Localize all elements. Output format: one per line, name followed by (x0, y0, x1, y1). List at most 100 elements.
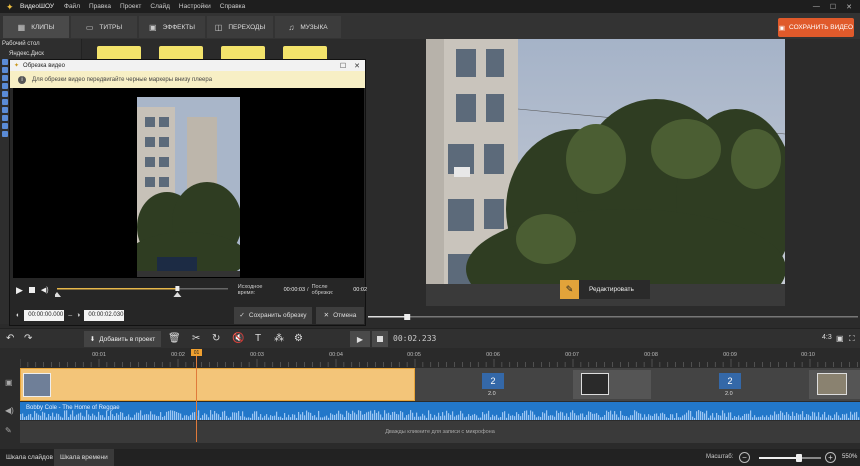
edit-button[interactable]: ✎ Редактировать (560, 280, 650, 299)
menu-project[interactable]: Проект (120, 3, 141, 10)
zoom-out-icon[interactable]: − (739, 452, 750, 463)
preview-scrubber-knob[interactable] (404, 314, 411, 320)
tab-effects[interactable]: ▣ ЭФФЕКТЫ (139, 16, 205, 38)
maximize-icon[interactable]: ☐ (830, 3, 836, 11)
close-icon[interactable]: ✕ (354, 62, 360, 70)
folder-icon[interactable] (2, 67, 8, 73)
microphone-track[interactable]: Дважды кликните для записи с микрофона (20, 421, 860, 443)
waveform-bar (676, 413, 678, 420)
folder-icon[interactable] (2, 115, 8, 121)
aspect-ratio[interactable]: 4:3 (822, 334, 832, 341)
zoom-slider-knob[interactable] (796, 454, 803, 462)
magic-wand-icon[interactable]: ⁂ (274, 332, 284, 346)
timeline-toolbar: ↶ ↷ ⬇ Добавить в проект 🗑 ✂ ↻ 🔇 T ⁂ ⚙ ▶ … (0, 328, 860, 348)
trim-position-knob[interactable] (174, 286, 179, 291)
folder-icon[interactable] (2, 83, 8, 89)
fullscreen-icon[interactable]: ⛶ (849, 332, 855, 346)
library-item-desktop[interactable]: Рабочий стол (0, 39, 81, 49)
stop-icon[interactable] (28, 287, 35, 293)
tab-timeline-view[interactable]: Шкала времени (54, 449, 114, 466)
folder-icon[interactable] (2, 123, 8, 129)
video-track[interactable]: 2 2.0 2 2.0 (20, 368, 860, 401)
tab-music[interactable]: ♫ МУЗЫКА (275, 16, 341, 38)
minimize-icon[interactable]: — (813, 3, 820, 11)
start-time-field[interactable]: 00:00:00.000 (24, 309, 65, 321)
folder-icon[interactable] (2, 107, 8, 113)
info-icon: i (18, 75, 26, 84)
tab-clips[interactable]: ▦ КЛИПЫ (3, 16, 69, 38)
folder-icon[interactable] (2, 99, 8, 105)
waveform-bar (754, 415, 756, 420)
rotate-icon[interactable]: ↻ (212, 332, 220, 346)
close-icon[interactable]: ✕ (846, 3, 852, 11)
playhead-handle[interactable]: 01 (191, 349, 202, 356)
waveform-bar (734, 416, 736, 420)
play-icon[interactable]: ▶ (16, 285, 23, 296)
transition-icon[interactable]: 2 (719, 373, 741, 389)
menu-file[interactable]: Файл (64, 3, 80, 10)
trim-end-marker[interactable] (172, 292, 181, 297)
menu-edit[interactable]: Правка (89, 3, 111, 10)
timeline-ruler[interactable]: 00:01 00:02 00:03 00:04 00:05 00:06 00:0… (19, 348, 860, 367)
tick-label: 00:06 (486, 352, 500, 358)
waveform-bar (482, 412, 484, 420)
folder-icon[interactable] (2, 91, 8, 97)
gear-icon[interactable]: ⚙ (294, 332, 303, 346)
waveform-bar (812, 411, 814, 420)
transition-icon[interactable]: 2 (482, 373, 504, 389)
waveform-bar (138, 412, 140, 420)
waveform-bar (448, 413, 450, 420)
menu-settings[interactable]: Настройки (179, 3, 211, 10)
play-button[interactable]: ▶ (350, 331, 370, 347)
library-item-yandex-disk[interactable]: Яндекс.Диск (0, 49, 81, 59)
mute-icon[interactable]: 🔇 (232, 332, 244, 346)
waveform-bar (596, 413, 598, 420)
menu-slide[interactable]: Слайд (150, 3, 170, 10)
cancel-button[interactable]: ✕ Отмена (316, 306, 364, 324)
folder-icon[interactable] (2, 131, 8, 137)
maximize-icon[interactable]: ☐ (340, 62, 346, 70)
save-video-button[interactable]: ▣ СОХРАНИТЬ ВИДЕО (778, 18, 854, 37)
trim-start-marker[interactable] (54, 292, 61, 297)
trash-icon[interactable]: 🗑 (168, 332, 181, 346)
end-time-field[interactable]: 00:00:02.030 (84, 309, 125, 321)
stop-button[interactable] (372, 331, 388, 347)
text-icon[interactable]: T (255, 332, 261, 346)
tab-slide-view[interactable]: Шкала слайдов (0, 449, 59, 466)
add-to-project-button[interactable]: ⬇ Добавить в проект (84, 331, 161, 347)
waveform-bar (748, 413, 750, 420)
undo-icon[interactable]: ↶ (6, 332, 14, 346)
save-trim-button[interactable]: ✓ Сохранить обрезку (234, 306, 312, 324)
folder-icon[interactable] (2, 75, 8, 81)
folder-icon[interactable] (2, 59, 8, 65)
scissors-icon[interactable]: ✂ (192, 332, 200, 346)
waveform-bar (256, 411, 258, 420)
zoom-slider[interactable] (759, 454, 821, 462)
waveform-bar (460, 410, 462, 420)
zoom-in-icon[interactable]: + (825, 452, 836, 463)
waveform-bar (636, 411, 638, 420)
waveform-bar (286, 417, 288, 420)
waveform-bar (724, 413, 726, 420)
video-clip[interactable] (573, 370, 651, 399)
waveform-bar (744, 414, 746, 420)
audio-track[interactable]: Bobby Cole - The Home of Reggae (20, 402, 860, 420)
tab-transitions[interactable]: ◫ ПЕРЕХОДЫ (207, 16, 273, 38)
waveform-bar (720, 415, 722, 420)
trim-hint-text: Для обрезки видео передвигайте черные ма… (32, 76, 213, 83)
volume-icon[interactable]: ◀) (41, 286, 49, 294)
selected-video-clip[interactable] (20, 368, 415, 401)
preview-scrubber[interactable] (366, 314, 860, 320)
waveform-bar (132, 417, 134, 420)
screen-icon[interactable]: ▣ (836, 332, 844, 346)
tick-label: 00:04 (329, 352, 343, 358)
tab-titles[interactable]: ▭ ТИТРЫ (71, 16, 137, 38)
video-clip[interactable] (809, 370, 860, 399)
redo-icon[interactable]: ↷ (24, 332, 32, 346)
trim-player (13, 88, 364, 278)
trim-slider[interactable] (54, 283, 228, 297)
waveform-bar (392, 411, 394, 420)
waveform-bar (346, 410, 348, 420)
menu-help[interactable]: Справка (220, 3, 246, 10)
waveform-bar (72, 410, 74, 420)
